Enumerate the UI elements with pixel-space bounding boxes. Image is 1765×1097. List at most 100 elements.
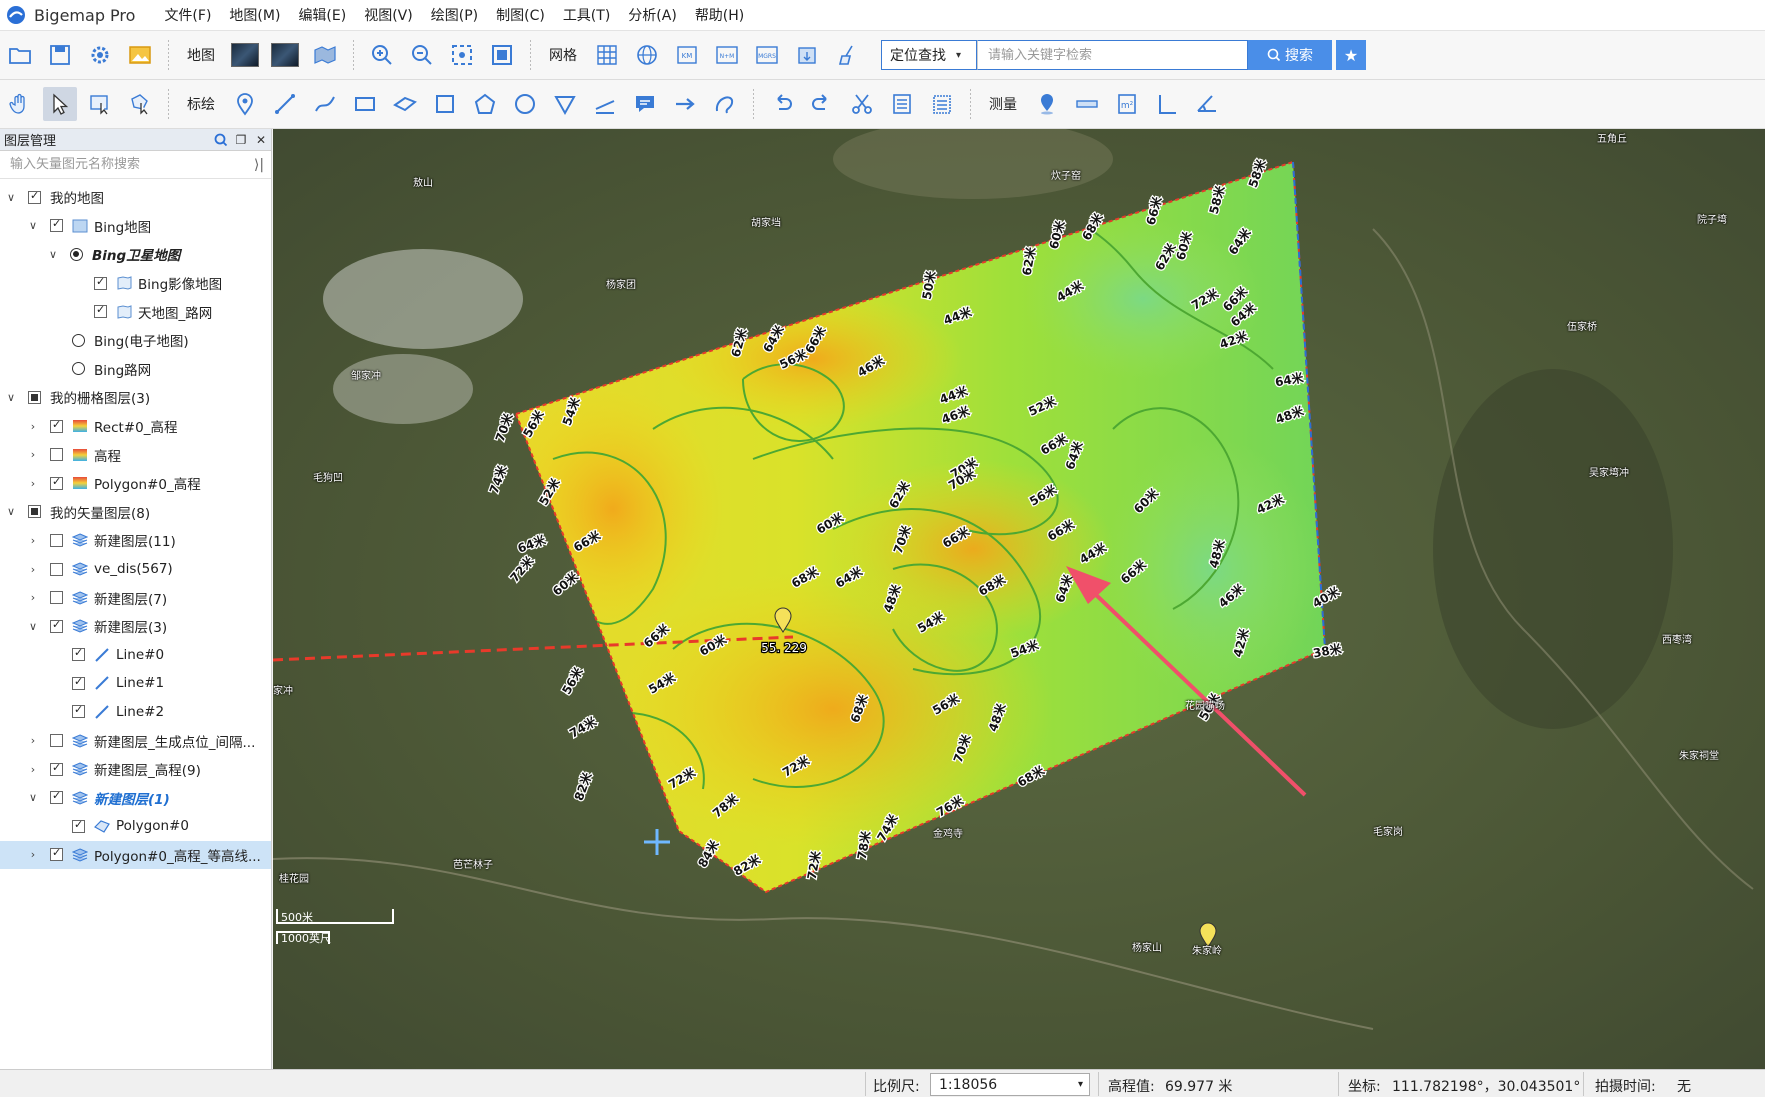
basemap-radio[interactable] xyxy=(72,333,85,347)
freehand-tool-button[interactable] xyxy=(708,87,742,121)
menu-tools[interactable]: 工具(T) xyxy=(554,5,619,25)
zoom-extent-button[interactable] xyxy=(445,38,479,72)
measure-bearing-button[interactable] xyxy=(1190,87,1224,121)
layer-checkbox[interactable] xyxy=(50,846,63,862)
full-extent-button[interactable] xyxy=(485,38,519,72)
tree-item-elevation[interactable]: › 高程 xyxy=(0,440,271,469)
tree-item-layer-7[interactable]: › 新建图层(7) xyxy=(0,583,271,612)
chevron-down-icon[interactable]: ∨ xyxy=(4,391,18,404)
layer-checkbox[interactable] xyxy=(28,189,41,204)
circle-tool-button[interactable] xyxy=(508,87,542,121)
select-tool-button[interactable] xyxy=(43,87,77,121)
tree-item-generated-points[interactable]: › 新建图层_生成点位_间隔... xyxy=(0,726,271,755)
tree-item-polygon-0[interactable]: Polygon#0 xyxy=(0,812,271,841)
chevron-down-icon[interactable]: ∨ xyxy=(26,791,40,804)
tree-item-line-0[interactable]: Line#0 xyxy=(0,641,271,670)
pan-tool-button[interactable] xyxy=(3,87,37,121)
menu-view[interactable]: 视图(V) xyxy=(355,5,422,25)
layer-checkbox[interactable] xyxy=(50,789,63,805)
measure-line-tool-button[interactable] xyxy=(588,87,622,121)
tree-item-rect-elevation[interactable]: › Rect#0_高程 xyxy=(0,412,271,441)
mgrs-grid-button[interactable]: MGRS xyxy=(750,38,784,72)
map-canvas[interactable]: 58米 60米 62米 64米 66米 58米 68米 60米 44米 62米 50米 44米 66米 7… xyxy=(273,129,1765,1069)
tree-item-layer-3[interactable]: ∨ 新建图层(3) xyxy=(0,612,271,641)
paste-button[interactable] xyxy=(925,87,959,121)
layer-checkbox[interactable] xyxy=(72,703,85,719)
chevron-right-icon[interactable]: › xyxy=(26,563,40,576)
copy-button[interactable] xyxy=(885,87,919,121)
layer-checkbox[interactable] xyxy=(50,418,63,433)
zoom-out-button[interactable] xyxy=(405,38,439,72)
collapse-search-icon[interactable]: ⟩| xyxy=(247,157,271,173)
curve-tool-button[interactable] xyxy=(308,87,342,121)
chevron-down-icon[interactable]: ∨ xyxy=(26,620,40,633)
km-grid-button[interactable]: KM xyxy=(670,38,704,72)
tree-item-layer-1[interactable]: ∨ 新建图层(1) xyxy=(0,783,271,812)
tree-item-line-2[interactable]: Line#2 xyxy=(0,698,271,727)
map-switch-button[interactable] xyxy=(308,38,342,72)
undo-button[interactable] xyxy=(765,87,799,121)
measure-point-button[interactable] xyxy=(1030,87,1064,121)
polygon-select-button[interactable] xyxy=(123,87,157,121)
text-annotation-button[interactable] xyxy=(628,87,662,121)
menu-edit[interactable]: 编辑(E) xyxy=(289,5,355,25)
layer-checkbox[interactable] xyxy=(50,448,63,462)
chevron-down-icon[interactable]: ∨ xyxy=(46,248,60,261)
tree-item-line-1[interactable]: Line#1 xyxy=(0,669,271,698)
chevron-down-icon[interactable]: ∨ xyxy=(4,191,18,204)
panel-float-button[interactable]: ❐ xyxy=(231,130,251,150)
redo-button[interactable] xyxy=(805,87,839,121)
panel-close-button[interactable]: ✕ xyxy=(251,130,271,150)
layer-checkbox[interactable] xyxy=(50,562,63,576)
layer-checkbox[interactable] xyxy=(72,818,85,833)
satellite-map-2-button[interactable] xyxy=(268,38,302,72)
tree-item-bing-map[interactable]: ∨ Bing地图 xyxy=(0,212,271,241)
chevron-right-icon[interactable]: › xyxy=(26,477,40,490)
image-button[interactable] xyxy=(123,38,157,72)
layer-checkbox[interactable] xyxy=(50,618,63,633)
tree-item-bing-imagery[interactable]: Bing影像地图 xyxy=(0,269,271,298)
chevron-down-icon[interactable]: ∨ xyxy=(4,505,18,518)
clear-grid-button[interactable] xyxy=(830,38,864,72)
layer-checkbox[interactable] xyxy=(28,505,41,519)
tree-item-ve-dis[interactable]: › ve_dis(567) xyxy=(0,555,271,584)
export-grid-button[interactable] xyxy=(790,38,824,72)
measure-area-button[interactable]: m² xyxy=(1110,87,1144,121)
layer-checkbox[interactable] xyxy=(50,217,63,233)
menu-file[interactable]: 文件(F) xyxy=(155,5,220,25)
satellite-map-button[interactable] xyxy=(228,38,262,72)
zoom-in-button[interactable] xyxy=(365,38,399,72)
save-button[interactable] xyxy=(43,38,77,72)
diamond-tool-button[interactable] xyxy=(388,87,422,121)
menu-map[interactable]: 地图(M) xyxy=(220,5,289,25)
tree-item-elevation-9[interactable]: › 新建图层_高程(9) xyxy=(0,755,271,784)
menu-cartography[interactable]: 制图(C) xyxy=(487,5,554,25)
tree-item-contour-layer[interactable]: › Polygon#0_高程_等高线... xyxy=(0,840,271,870)
layer-checkbox[interactable] xyxy=(50,475,63,490)
measure-angle-button[interactable] xyxy=(1150,87,1184,121)
layer-search-input[interactable] xyxy=(0,151,247,178)
menu-help[interactable]: 帮助(H) xyxy=(686,5,753,25)
grid-button[interactable] xyxy=(590,38,624,72)
basemap-radio[interactable] xyxy=(72,362,85,376)
chevron-right-icon[interactable]: › xyxy=(26,448,40,461)
menu-analysis[interactable]: 分析(A) xyxy=(619,5,686,25)
chevron-right-icon[interactable]: › xyxy=(26,848,40,861)
sector-tool-button[interactable] xyxy=(548,87,582,121)
line-tool-button[interactable] xyxy=(268,87,302,121)
chevron-right-icon[interactable]: › xyxy=(26,420,40,433)
layer-checkbox[interactable] xyxy=(72,675,85,690)
tree-item-bing-satellite[interactable]: ∨ Bing卫星地图 xyxy=(0,240,271,269)
chevron-right-icon[interactable]: › xyxy=(26,734,40,747)
basemap-radio[interactable] xyxy=(70,247,83,261)
favorite-button[interactable]: ★ xyxy=(1336,40,1366,70)
menu-draw[interactable]: 绘图(P) xyxy=(422,5,487,25)
tree-item-bing-electronic[interactable]: Bing(电子地图) xyxy=(0,326,271,355)
arrow-tool-button[interactable] xyxy=(668,87,702,121)
search-input[interactable] xyxy=(977,40,1248,70)
tree-item-tianditu-road[interactable]: 天地图_路网 xyxy=(0,297,271,326)
chevron-right-icon[interactable]: › xyxy=(26,534,40,547)
tree-item-vector-layers[interactable]: ∨ 我的矢量图层(8) xyxy=(0,498,271,527)
scale-dropdown[interactable]: 1:18056 ▾ xyxy=(930,1073,1090,1096)
search-mode-dropdown[interactable]: 定位查找 ▾ xyxy=(881,40,977,70)
